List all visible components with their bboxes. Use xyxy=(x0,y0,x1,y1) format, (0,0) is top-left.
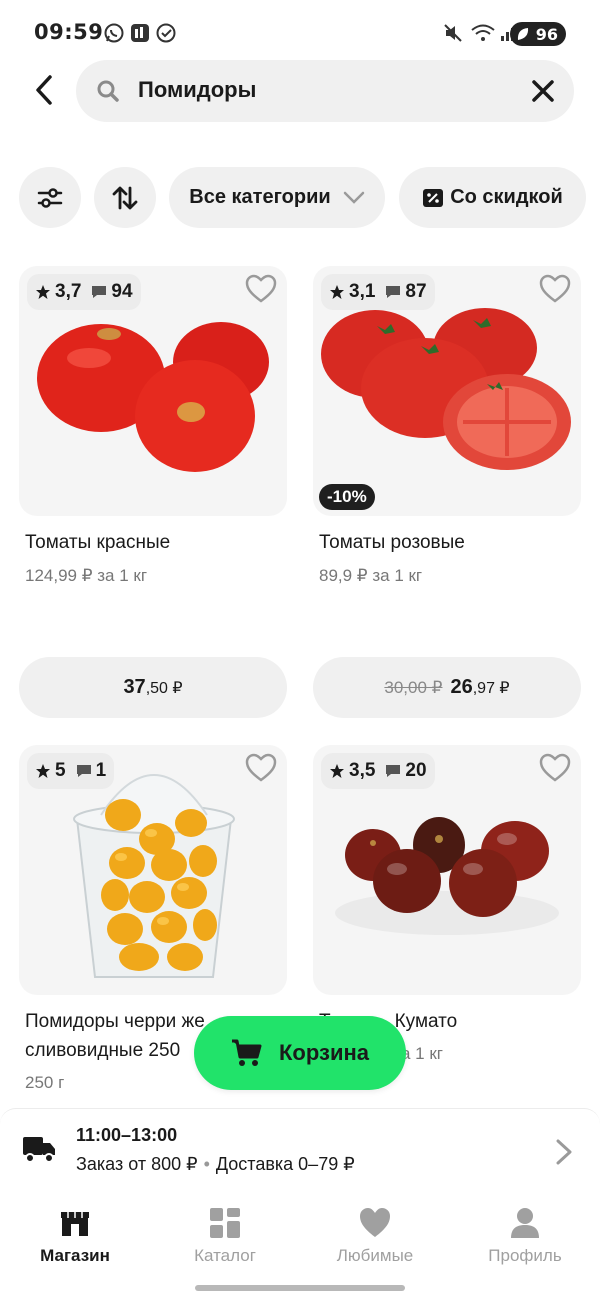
heart-icon[interactable] xyxy=(539,753,571,783)
cart-label: Корзина xyxy=(279,1040,369,1065)
rating-badge: 5 1 xyxy=(27,753,115,789)
grid-icon xyxy=(210,1208,240,1238)
price: 26,97 ₽ xyxy=(450,676,510,698)
discount-filter-chip[interactable]: Со скидкой xyxy=(399,167,586,228)
search-input[interactable]: Помидоры xyxy=(138,77,256,103)
app-notification-icon xyxy=(131,24,149,42)
heart-icon[interactable] xyxy=(245,274,277,304)
product-name[interactable]: Томаты розовые xyxy=(319,528,465,557)
chevron-left-icon xyxy=(36,75,52,105)
product-name[interactable]: Томаты красные xyxy=(25,528,170,557)
comment-icon xyxy=(92,286,107,298)
sort-button[interactable] xyxy=(94,167,156,228)
delivery-info-bar[interactable]: 11:00–13:00 Заказ от 800 ₽ • Доставка 0–79… xyxy=(0,1108,600,1192)
add-to-cart-button[interactable]: 30,00 ₽ 26,97 ₽ xyxy=(313,657,581,718)
status-bar: 09:59 96 xyxy=(0,14,600,54)
reviews-count: 1 xyxy=(95,760,107,781)
star-icon xyxy=(36,285,50,299)
sliders-icon xyxy=(37,187,63,208)
nav-catalog-label: Каталог xyxy=(194,1246,256,1265)
nav-favorites[interactable]: Любимые xyxy=(300,1206,450,1276)
delivery-terms: Заказ от 800 ₽ • Доставка 0–79 ₽ xyxy=(76,1154,355,1174)
home-indicator[interactable] xyxy=(195,1285,405,1291)
cart-button[interactable]: Корзина xyxy=(194,1016,406,1090)
nav-shop-label: Магазин xyxy=(40,1246,110,1265)
price: 37,50 ₽ xyxy=(123,676,183,698)
reviews-count: 87 xyxy=(405,281,427,302)
clear-search-icon[interactable] xyxy=(530,78,556,104)
nav-profile[interactable]: Профиль xyxy=(450,1206,600,1276)
product-card-image[interactable]: 3,5 20 xyxy=(313,745,581,995)
chevron-right-icon xyxy=(556,1139,572,1165)
rating-badge: 3,5 20 xyxy=(321,753,435,789)
discount-ticket-icon xyxy=(423,188,444,207)
star-icon xyxy=(36,764,50,778)
sort-arrows-icon xyxy=(112,186,138,209)
discount-badge: -10% xyxy=(319,484,375,510)
product-card-image[interactable]: 5 1 xyxy=(19,745,287,995)
heart-icon[interactable] xyxy=(245,753,277,783)
rating-value: 3,5 xyxy=(349,760,376,781)
star-icon xyxy=(330,285,344,299)
nav-profile-label: Профиль xyxy=(488,1246,562,1265)
product-card-image[interactable]: 3,7 94 xyxy=(19,266,287,516)
categories-label: Все категории xyxy=(189,186,331,208)
nav-shop[interactable]: Магазин xyxy=(0,1206,150,1276)
search-icon xyxy=(97,80,119,102)
rating-badge: 3,7 94 xyxy=(27,274,141,310)
product-name[interactable]: Помидоры черри же сливовидные 250 xyxy=(25,1007,205,1065)
heart-icon xyxy=(360,1208,390,1237)
product-unit-price: 89,9 ₽ за 1 кг xyxy=(319,566,423,585)
mute-icon xyxy=(444,24,462,42)
status-time: 09:59 xyxy=(34,20,104,44)
star-icon xyxy=(330,764,344,778)
old-price: 30,00 ₽ xyxy=(384,677,443,697)
battery-level: 96 xyxy=(535,24,558,44)
check-circle-icon xyxy=(156,23,176,43)
comment-icon xyxy=(76,765,91,777)
rating-badge: 3,1 87 xyxy=(321,274,435,310)
search-bar[interactable]: Помидоры xyxy=(76,60,574,122)
chevron-down-icon xyxy=(343,191,364,204)
wifi-icon xyxy=(471,24,495,41)
delivery-time: 11:00–13:00 xyxy=(76,1125,178,1145)
add-to-cart-button[interactable]: 37,50 ₽ xyxy=(19,657,287,718)
reviews-count: 94 xyxy=(111,281,133,302)
truck-icon xyxy=(23,1137,55,1163)
product-unit-price: 124,99 ₽ за 1 кг xyxy=(25,566,148,585)
product-card-image[interactable]: 3,1 87 -10% xyxy=(313,266,581,516)
comment-icon xyxy=(386,286,401,298)
comment-icon xyxy=(386,765,401,777)
discount-label: Со скидкой xyxy=(450,186,563,208)
reviews-count: 20 xyxy=(405,760,427,781)
store-icon xyxy=(61,1212,89,1236)
product-unit-price: а 1 кг xyxy=(401,1044,443,1063)
rating-value: 5 xyxy=(55,760,66,781)
rating-value: 3,7 xyxy=(55,281,82,302)
product-unit-price: 250 г xyxy=(25,1073,65,1092)
filters-button[interactable] xyxy=(19,167,81,228)
back-button[interactable] xyxy=(24,70,64,110)
heart-icon[interactable] xyxy=(539,274,571,304)
leaf-icon xyxy=(517,28,529,40)
categories-dropdown[interactable]: Все категории xyxy=(169,167,385,228)
battery-indicator: 96 xyxy=(510,22,566,46)
rating-value: 3,1 xyxy=(349,281,376,302)
nav-catalog[interactable]: Каталог xyxy=(150,1206,300,1276)
whatsapp-icon xyxy=(104,23,124,43)
nav-favorites-label: Любимые xyxy=(336,1246,414,1265)
user-icon xyxy=(511,1208,539,1238)
cart-icon xyxy=(232,1039,262,1066)
